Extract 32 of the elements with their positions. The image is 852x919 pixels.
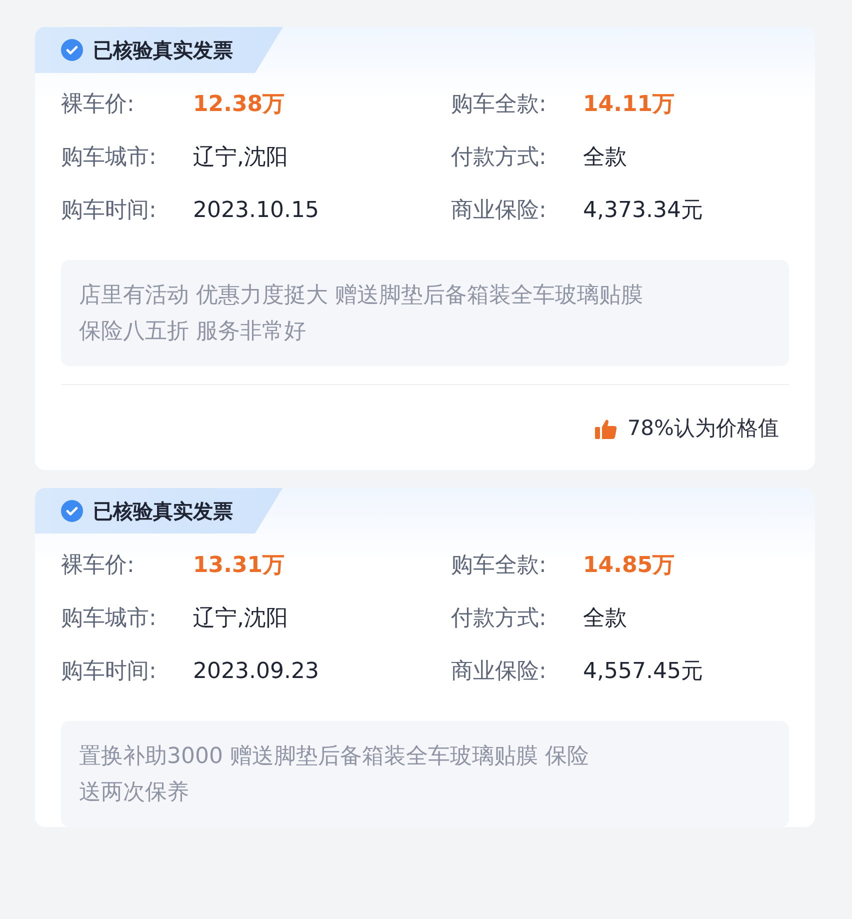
badge-text: 已核验真实发票	[93, 498, 233, 524]
field-value: 辽宁,沈阳	[193, 144, 288, 172]
field-label: 购车时间:	[61, 658, 158, 686]
field-value: 4,557.45元	[583, 658, 703, 686]
field-value: 13.31万	[193, 552, 285, 580]
field-label: 购车城市:	[61, 604, 158, 632]
thumbs-up-icon	[595, 418, 618, 439]
review-comment: 置换补助3000 赠送脚垫后备箱装全车玻璃贴膜 保险 送两次保养	[61, 720, 789, 826]
field-value: 全款	[583, 604, 627, 632]
field-label: 付款方式:	[451, 604, 548, 632]
review-comment: 店里有活动 优惠力度挺大 赠送脚垫后备箱装全车玻璃贴膜 保险八五折 服务非常好	[61, 260, 789, 366]
check-circle-icon	[61, 39, 83, 61]
field-value: 14.85万	[583, 552, 675, 580]
field-label: 商业保险:	[451, 658, 548, 686]
field-label: 付款方式:	[451, 144, 548, 172]
field-value: 全款	[583, 144, 627, 172]
check-circle-icon	[61, 500, 83, 522]
field-label: 裸车价:	[61, 552, 136, 580]
field-label: 购车全款:	[451, 552, 548, 580]
field-label: 购车城市:	[61, 144, 158, 172]
field-label: 裸车价:	[61, 91, 136, 119]
field-value: 4,373.34元	[583, 197, 703, 225]
worth-rating: 78%认为价格值	[627, 415, 779, 442]
field-label: 商业保险:	[451, 197, 548, 225]
field-value: 12.38万	[193, 91, 285, 119]
field-value: 辽宁,沈阳	[193, 604, 288, 632]
field-value: 14.11万	[583, 91, 675, 119]
field-value: 2023.09.23	[193, 658, 319, 686]
badge-text: 已核验真实发票	[93, 37, 233, 64]
field-label: 购车时间:	[61, 197, 158, 225]
field-value: 2023.10.15	[193, 197, 319, 225]
field-label: 购车全款:	[451, 91, 548, 119]
